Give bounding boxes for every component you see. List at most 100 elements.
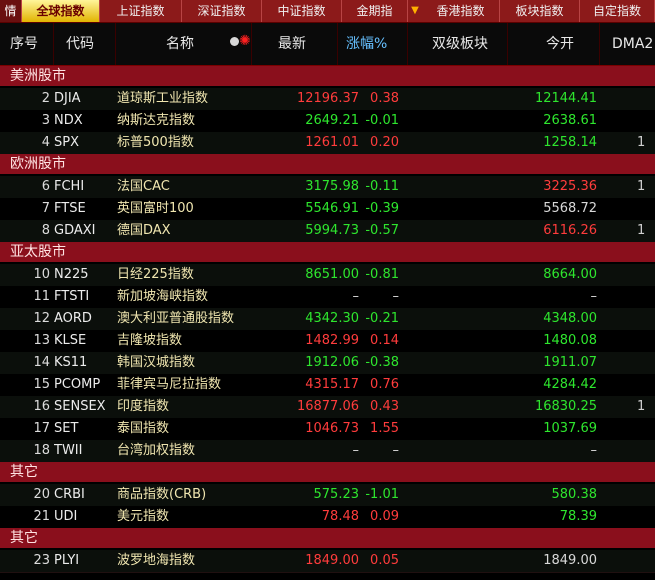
row-dma: 1 [637, 223, 646, 238]
row-dma [637, 418, 655, 440]
tab-futures-index[interactable]: 金期指 [342, 0, 408, 22]
tab-hongkong-index[interactable]: 香港指数 [422, 0, 500, 22]
row-code: AORD [54, 311, 92, 326]
row-change-pct: 0.05 [370, 553, 399, 568]
row-seq: 12 [33, 311, 50, 326]
section-header[interactable]: 美洲股市 [0, 66, 655, 86]
section-header[interactable]: 亚太股市 [0, 242, 655, 262]
col-seq[interactable]: 序号 [0, 23, 54, 65]
row-seq: 23 [33, 553, 50, 568]
col-sector[interactable]: 双级板块 [408, 23, 508, 65]
row-change-pct: 0.20 [370, 135, 399, 150]
table-row[interactable]: 10 N225 日经225指数 8651.00 -0.81 8664.00 [0, 264, 655, 287]
table-row[interactable]: 23 PLYI 波罗地海指数 1849.00 0.05 1849.00 [0, 550, 655, 573]
row-last: 1261.01 [305, 135, 359, 150]
row-seq: 17 [33, 421, 50, 436]
row-name: 纳斯达克指数 [117, 113, 196, 128]
row-dma: 1 [637, 399, 646, 414]
tab-lead[interactable]: 情 [0, 0, 22, 22]
row-code: KLSE [54, 333, 87, 348]
gear-icon[interactable]: ✺ [239, 33, 251, 49]
row-open: 580.38 [551, 487, 598, 502]
row-code: KS11 [54, 355, 88, 370]
row-last: 1482.99 [305, 333, 359, 348]
table-row[interactable]: 13 KLSE 吉隆坡指数 1482.99 0.14 1480.08 [0, 330, 655, 353]
table-row[interactable]: 2 DJIA 道琼斯工业指数 12196.37 0.38 12144.41 [0, 88, 655, 111]
table-row[interactable]: 6 FCHI 法国CAC 3175.98 -0.11 3225.36 1 [0, 176, 655, 199]
row-change-pct: 0.14 [370, 333, 399, 348]
row-code: CRBI [54, 487, 85, 502]
row-seq: 2 [41, 91, 50, 106]
row-seq: 21 [33, 509, 50, 524]
row-last: 78.48 [321, 509, 359, 524]
row-last: 575.23 [313, 487, 360, 502]
row-dma: 1 [637, 135, 646, 150]
row-change-pct: -0.39 [365, 201, 399, 216]
row-dma [637, 110, 655, 132]
row-code: GDAXI [54, 223, 96, 238]
tab-global-index[interactable]: 全球指数 [22, 0, 100, 22]
table-row[interactable]: 15 PCOMP 菲律宾马尼拉指数 4315.17 0.76 4284.42 [0, 374, 655, 397]
row-name: 新加坡海峡指数 [117, 289, 209, 304]
row-change-pct: 0.38 [370, 91, 399, 106]
table-row[interactable]: 16 SENSEX 印度指数 16877.06 0.43 16830.25 1 [0, 396, 655, 419]
row-open: 1480.08 [543, 333, 597, 348]
row-code: FTSTI [54, 289, 90, 304]
row-open: 6116.26 [543, 223, 597, 238]
row-open: 1911.07 [543, 355, 597, 370]
table-row[interactable]: 8 GDAXI 德国DAX 5994.73 -0.57 6116.26 1 [0, 220, 655, 243]
col-dma[interactable]: DMA2 [600, 23, 655, 65]
section-header[interactable]: 欧洲股市 [0, 154, 655, 174]
row-name: 印度指数 [117, 399, 170, 414]
col-code[interactable]: 代码 [54, 23, 116, 65]
row-code: TWII [54, 443, 83, 458]
table-row[interactable]: 21 UDI 美元指数 78.48 0.09 78.39 [0, 506, 655, 529]
row-last: – [352, 443, 360, 458]
row-change-pct: – [392, 443, 400, 458]
table-row[interactable]: 12 AORD 澳大利亚普通股指数 4342.30 -0.21 4348.00 [0, 308, 655, 331]
row-dma [637, 308, 655, 330]
col-last[interactable]: 最新 [252, 23, 338, 65]
table-row[interactable]: 14 KS11 韩国汉城指数 1912.06 -0.38 1911.07 [0, 352, 655, 375]
col-open[interactable]: 今开 [508, 23, 600, 65]
tab-shenzhen-index[interactable]: 深证指数 [182, 0, 262, 22]
row-seq: 8 [41, 223, 50, 238]
row-dma [637, 374, 655, 396]
row-change-pct: 0.76 [370, 377, 399, 392]
row-last: – [352, 289, 360, 304]
tab-csi-index[interactable]: 中证指数 [262, 0, 342, 22]
table-row[interactable]: 18 TWII 台湾加权指数 – – – [0, 440, 655, 463]
section-title: 亚太股市 [10, 244, 66, 260]
table-row[interactable]: 17 SET 泰国指数 1046.73 1.55 1037.69 [0, 418, 655, 441]
row-change-pct: -0.11 [365, 179, 399, 194]
row-last: 5546.91 [305, 201, 359, 216]
tab-custom-index[interactable]: 自定指数 [580, 0, 655, 22]
row-change-pct: – [392, 289, 400, 304]
table-row[interactable]: 7 FTSE 英国富时100 5546.91 -0.39 5568.72 [0, 198, 655, 221]
row-name: 台湾加权指数 [117, 443, 196, 458]
section-header[interactable]: 其它 [0, 462, 655, 482]
row-code: FTSE [54, 201, 86, 216]
row-seq: 16 [33, 399, 50, 414]
row-open: 78.39 [559, 509, 597, 524]
row-seq: 6 [41, 179, 50, 194]
dropdown-arrow-icon[interactable]: ▼ [408, 0, 422, 22]
row-name: 美元指数 [117, 509, 170, 524]
row-dma [637, 352, 655, 374]
row-dma [637, 198, 655, 220]
table-row[interactable]: 4 SPX 标普500指数 1261.01 0.20 1258.14 1 [0, 132, 655, 155]
col-change-pct[interactable]: 涨幅% [338, 23, 408, 65]
tab-sector-index[interactable]: 板块指数 [500, 0, 580, 22]
section-header[interactable]: 其它 [0, 528, 655, 548]
row-code: NDX [54, 113, 83, 128]
table-row[interactable]: 11 FTSTI 新加坡海峡指数 – – – [0, 286, 655, 309]
row-code: PCOMP [54, 377, 101, 392]
table-row[interactable]: 3 NDX 纳斯达克指数 2649.21 -0.01 2638.61 [0, 110, 655, 133]
row-change-pct: 1.55 [370, 421, 399, 436]
table-row[interactable]: 20 CRBI 商品指数(CRB) 575.23 -1.01 580.38 [0, 484, 655, 507]
dot-icon[interactable] [230, 37, 239, 46]
row-last: 4315.17 [305, 377, 359, 392]
tab-shanghai-index[interactable]: 上证指数 [100, 0, 182, 22]
row-code: UDI [54, 509, 78, 524]
row-last: 1046.73 [305, 421, 359, 436]
